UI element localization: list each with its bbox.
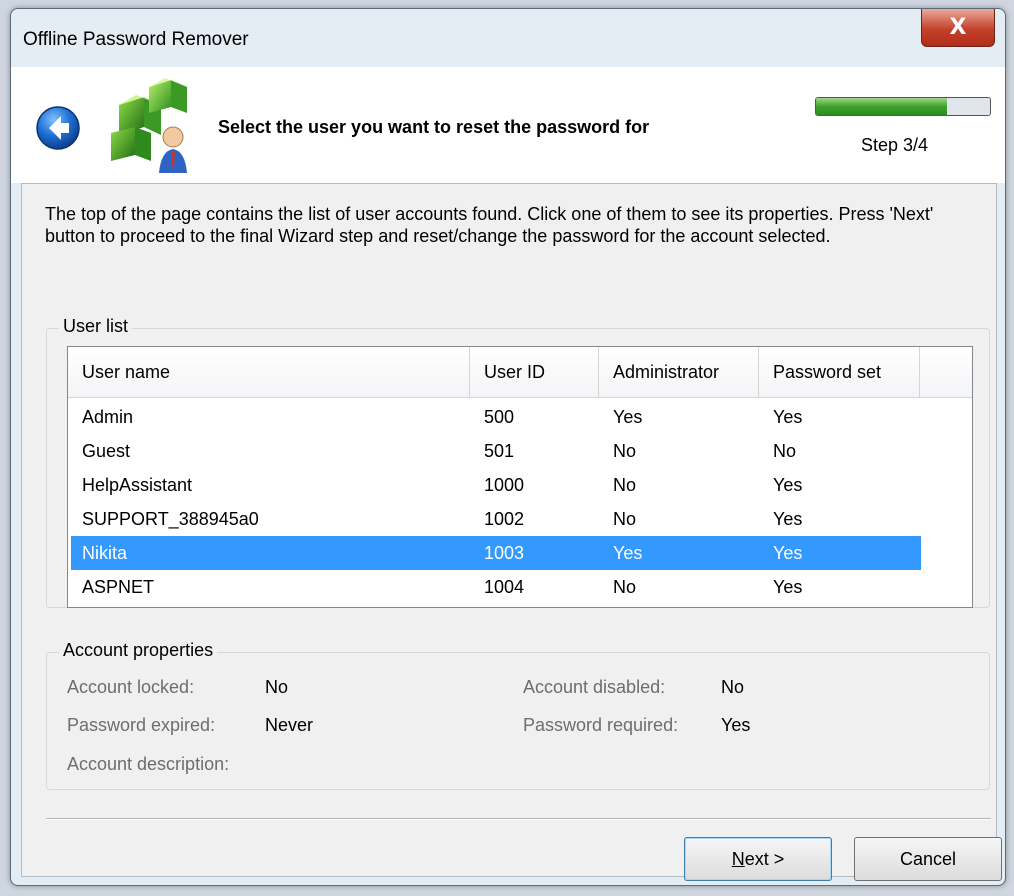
account-properties-group: Account properties Account locked: No Ac… [46,640,990,790]
back-arrow-icon[interactable] [35,105,81,151]
table-row[interactable]: Guest 501 No No [71,434,921,468]
cell-administrator: Yes [613,407,643,427]
instructions-text: The top of the page contains the list of… [45,204,934,246]
cell-user-name: ASPNET [82,577,155,597]
column-user-name[interactable]: User name [68,347,470,397]
password-required-label: Password required: [523,715,679,735]
user-list-label: User list [59,316,133,337]
table-row[interactable]: Nikita 1003 Yes Yes [71,536,921,570]
title-bar: Offline Password Remover X [11,9,1005,67]
step-progress-bar [815,97,991,116]
cell-administrator: Yes [613,543,643,563]
cell-user-id: 1002 [484,509,525,529]
step-progress-fill [816,98,947,115]
next-button[interactable]: Next > [684,837,832,881]
next-button-label: Next > [731,848,785,869]
table-row[interactable]: Admin 500 Yes Yes [71,400,921,434]
cell-password-set: Yes [773,577,803,597]
password-expired-label: Password expired: [67,715,216,735]
column-administrator[interactable]: Administrator [599,347,759,397]
cell-user-id: 501 [484,441,515,461]
button-separator [46,818,991,820]
cell-user-id: 500 [484,407,515,427]
table-header: User name User ID Administrator Password… [68,347,972,398]
cell-password-set: Yes [773,509,803,529]
table-row[interactable]: SUPPORT_388945a0 1002 No Yes [71,502,921,536]
cell-administrator: No [613,577,637,597]
cell-user-name: SUPPORT_388945a0 [82,509,259,529]
password-required-value: Yes [721,715,751,735]
header-title: Select the user you want to reset the pa… [218,117,650,137]
user-list-table[interactable]: User name User ID Administrator Password… [67,346,973,608]
wizard-header: Select the user you want to reset the pa… [11,67,1005,183]
account-properties-label: Account properties [59,640,218,661]
wizard-window: Offline Password Remover X Select the us… [10,8,1006,886]
account-description-label: Account description: [67,754,230,774]
cell-user-name: Guest [82,441,131,461]
cell-administrator: No [613,441,637,461]
cell-user-id: 1004 [484,577,525,597]
cancel-button-label: Cancel [899,848,957,869]
wizard-content: The top of the page contains the list of… [21,183,1002,881]
window-title: Offline Password Remover [23,29,249,50]
column-password-set[interactable]: Password set [759,347,920,397]
cell-user-name: Nikita [82,543,128,563]
cancel-button[interactable]: Cancel [854,837,1002,881]
table-row[interactable]: ASPNET 1004 No Yes [71,570,921,604]
cell-user-id: 1003 [484,543,525,563]
close-button[interactable]: X [921,9,995,47]
account-locked-value: No [265,677,289,697]
cell-administrator: No [613,475,637,495]
cubes-user-logo-icon [111,78,187,173]
cell-user-name: HelpAssistant [82,475,193,495]
cell-administrator: No [613,509,637,529]
password-expired-value: Never [265,715,314,735]
cell-password-set: Yes [773,543,803,563]
user-list-group: User list User name User ID Administrato… [46,316,990,608]
column-user-id[interactable]: User ID [470,347,599,397]
cell-user-id: 1000 [484,475,525,495]
table-row[interactable]: HelpAssistant 1000 No Yes [71,468,921,502]
account-disabled-label: Account disabled: [523,677,666,697]
account-disabled-value: No [721,677,745,697]
step-label: Step 3/4 [861,135,929,155]
cell-password-set: Yes [773,475,803,495]
account-locked-label: Account locked: [67,677,195,697]
cell-password-set: No [773,441,797,461]
cell-user-name: Admin [82,407,134,427]
cell-password-set: Yes [773,407,803,427]
